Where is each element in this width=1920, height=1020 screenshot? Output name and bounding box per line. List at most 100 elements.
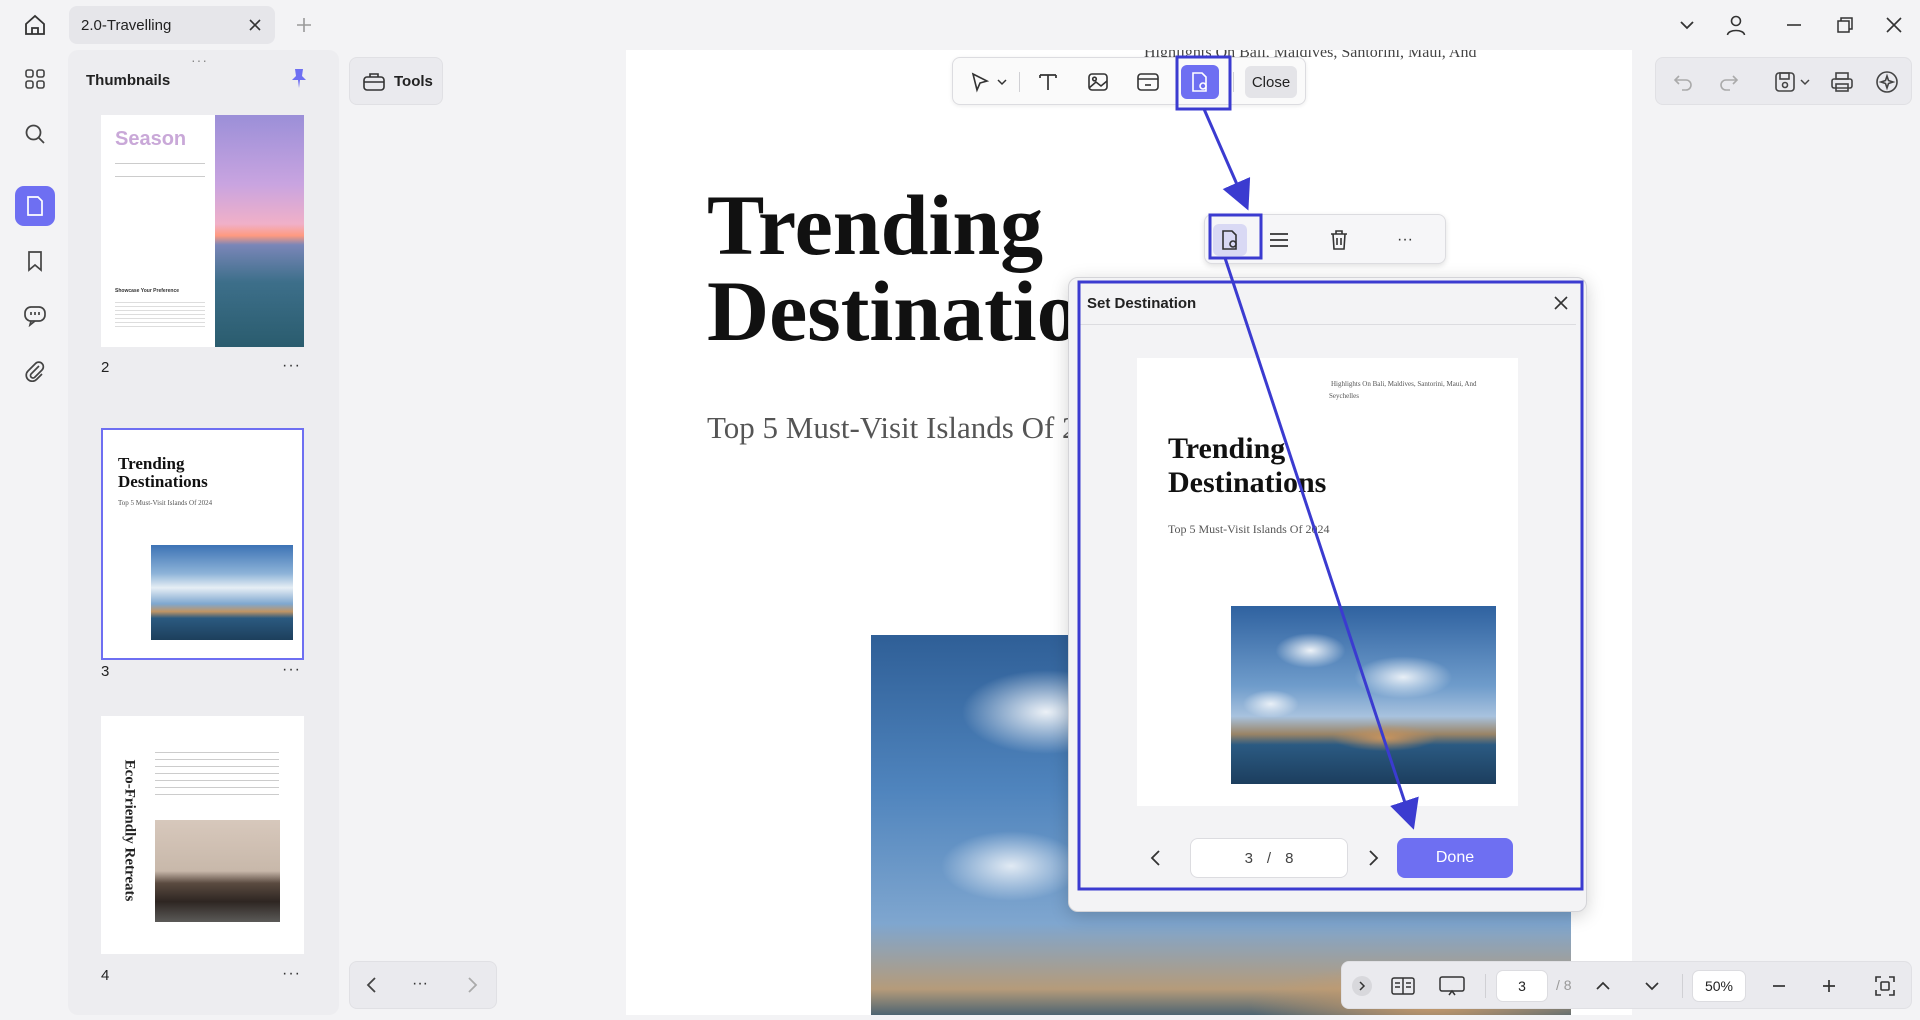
text-tool-icon[interactable] (1031, 66, 1065, 98)
select-arrow-icon[interactable] (963, 66, 997, 98)
status-bar: 3 / 8 50% (1341, 961, 1912, 1009)
page-subtitle: Top 5 Must-Visit Islands Of 2024 (707, 410, 1125, 445)
chevron-down-icon[interactable] (1635, 970, 1669, 1002)
dialog-divider (1079, 324, 1576, 325)
island-image (151, 545, 293, 640)
close-icon[interactable] (1548, 290, 1574, 316)
thumb-more-icon[interactable]: ··· (282, 357, 301, 375)
dialog-title: Set Destination (1087, 295, 1197, 312)
pin-icon[interactable] (289, 67, 309, 89)
current-page-input[interactable]: 3 (1496, 970, 1548, 1002)
page-nav-pill: ··· (349, 961, 497, 1009)
thumbnails-page-icon[interactable] (15, 186, 55, 226)
properties-icon[interactable] (1262, 224, 1296, 256)
preview-title-line-1: Trending (1168, 432, 1286, 465)
thumb-text-lines (115, 163, 205, 177)
status-separator (1485, 974, 1486, 998)
thumb-page-number: 2 (101, 359, 110, 376)
print-icon[interactable] (1825, 66, 1859, 98)
comment-icon[interactable] (15, 296, 55, 336)
close-window-icon[interactable] (1878, 9, 1910, 41)
zoom-level-input[interactable]: 50% (1692, 970, 1746, 1002)
close-button[interactable]: Close (1245, 66, 1297, 98)
thumbnail-page-2[interactable]: Season Showcase Your Preference (101, 115, 304, 347)
chevron-left-icon[interactable] (364, 976, 380, 994)
chevron-right-icon[interactable] (464, 976, 480, 994)
thumb-heading: Showcase Your Preference (115, 288, 180, 294)
set-destination-icon[interactable] (1213, 224, 1247, 256)
chevron-down-icon[interactable] (1671, 9, 1703, 41)
thumb-page-number: 3 (101, 663, 110, 680)
chevron-down-icon[interactable] (1796, 66, 1814, 98)
link-tool-icon[interactable] (1131, 66, 1165, 98)
page-title-line-1: Trending (707, 177, 1044, 273)
chevron-down-icon[interactable] (993, 66, 1011, 98)
preview-title: Trending Destinations (1168, 432, 1326, 500)
chevron-left-icon[interactable] (1149, 849, 1163, 867)
fit-page-icon[interactable] (1868, 970, 1902, 1002)
thumb-cover-word: Season (115, 128, 187, 150)
set-destination-dialog: Set Destination Highlights On Bali, Mald… (1068, 277, 1587, 912)
total-pages: 8 (1285, 849, 1294, 867)
page-number-input[interactable]: 3 / 8 (1190, 838, 1348, 878)
undo-icon[interactable] (1666, 66, 1700, 98)
grid-icon[interactable] (15, 59, 55, 99)
status-separator (1682, 974, 1683, 998)
thumb-text-lines (115, 299, 205, 329)
title-bar: 2.0-Travelling (0, 0, 1920, 50)
thumb-subtitle: Top 5 Must-Visit Islands Of 2024 (118, 499, 213, 507)
thumb-more-icon[interactable]: ··· (282, 965, 301, 983)
thumb-heading: Eco-Friendly Retreats (121, 759, 138, 902)
thumbnails-title: Thumbnails (86, 72, 171, 89)
attachment-icon[interactable] (15, 351, 55, 391)
delete-icon[interactable] (1322, 224, 1356, 256)
thumb-more-icon[interactable]: ··· (282, 661, 301, 679)
ai-assistant-icon[interactable] (1870, 66, 1904, 98)
toolbar-separator (1233, 72, 1234, 92)
done-button[interactable]: Done (1397, 838, 1513, 878)
thumb-page-number: 4 (101, 967, 110, 984)
thumbnail-page-4[interactable]: Eco-Friendly Retreats (101, 716, 304, 954)
page-separator: / (1266, 849, 1272, 867)
bookmark-icon[interactable] (15, 241, 55, 281)
more-icon[interactable]: ··· (1388, 224, 1422, 256)
left-rail (0, 50, 68, 1020)
nav-more-icon[interactable]: ··· (412, 975, 428, 993)
thumbnails-panel: ··· Thumbnails Season Showcase Your Pref… (68, 50, 339, 1015)
zoom-in-icon[interactable] (1812, 970, 1846, 1002)
zoom-out-icon[interactable] (1762, 970, 1796, 1002)
total-pages-label: / 8 (1556, 977, 1572, 993)
document-tab[interactable]: 2.0-Travelling (69, 6, 275, 44)
edit-toolbar: Close (952, 57, 1306, 105)
rock-image (155, 820, 280, 922)
sunset-sea-image (215, 115, 304, 347)
home-icon[interactable] (19, 9, 51, 41)
page-layout-icon[interactable] (1386, 970, 1420, 1002)
tools-button[interactable]: Tools (349, 57, 443, 105)
new-tab-icon[interactable] (288, 9, 320, 41)
tab-close-icon[interactable] (243, 13, 267, 37)
collapse-chevron-icon[interactable] (1352, 976, 1372, 996)
preview-island-image (1231, 606, 1496, 784)
restore-icon[interactable] (1829, 9, 1861, 41)
tools-label: Tools (394, 72, 433, 90)
toolbox-icon (362, 70, 386, 92)
account-icon[interactable] (1720, 9, 1752, 41)
chevron-up-icon[interactable] (1586, 970, 1620, 1002)
thumbnail-page-3[interactable]: Trending Destinations Top 5 Must-Visit I… (101, 428, 304, 660)
presentation-icon[interactable] (1435, 970, 1469, 1002)
preview-header-text: Highlights On Bali, Maldives, Santorini,… (1331, 380, 1477, 388)
thumb-heading: Trending Destinations (118, 454, 208, 491)
redo-icon[interactable] (1712, 66, 1746, 98)
minimize-icon[interactable] (1778, 9, 1810, 41)
destination-preview-page[interactable]: Highlights On Bali, Maldives, Santorini,… (1137, 358, 1518, 806)
chevron-right-icon[interactable] (1366, 849, 1380, 867)
tab-title: 2.0-Travelling (81, 16, 172, 34)
set-destination-tool-icon[interactable] (1181, 65, 1219, 99)
preview-header-text-2: Seychelles (1329, 392, 1359, 400)
search-icon[interactable] (15, 114, 55, 154)
preview-subtitle: Top 5 Must-Visit Islands Of 2024 (1168, 522, 1330, 536)
image-tool-icon[interactable] (1081, 66, 1115, 98)
current-page: 3 (1244, 849, 1253, 867)
drag-handle[interactable]: ··· (191, 52, 208, 68)
